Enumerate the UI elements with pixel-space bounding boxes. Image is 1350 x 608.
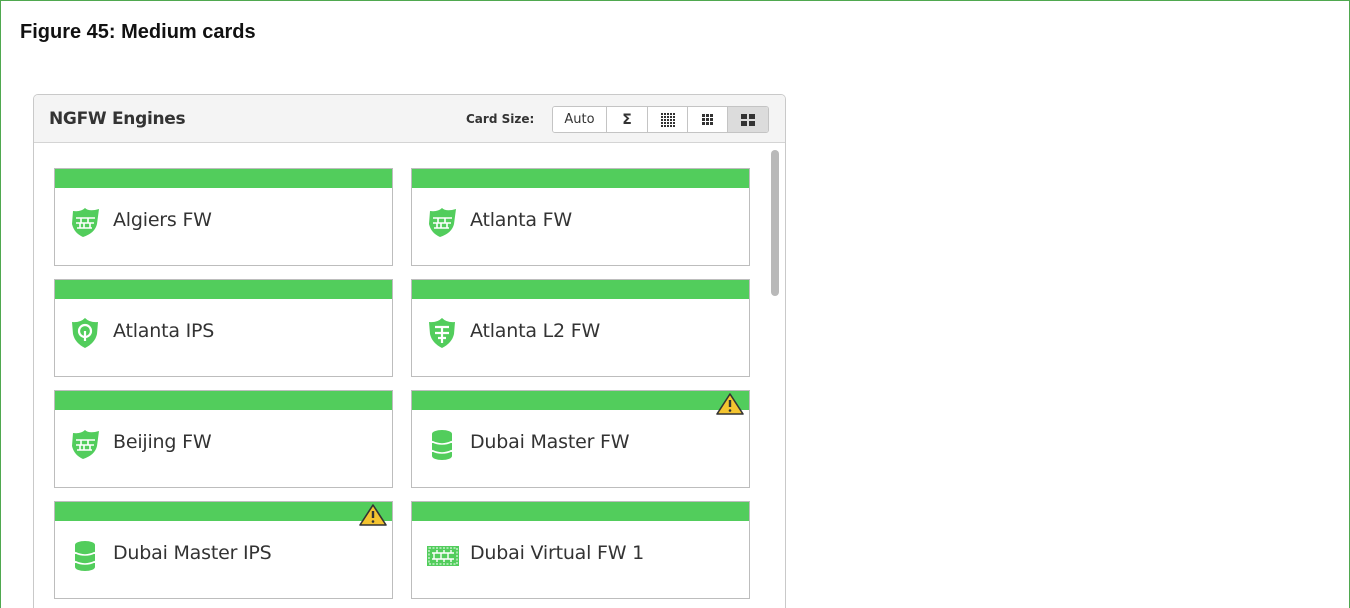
engine-card-dubai-master-fw[interactable]: Dubai Master FW [411, 390, 750, 488]
virtual-firewall-icon [427, 546, 459, 566]
card-label: Beijing FW [113, 431, 212, 453]
card-label: Dubai Virtual FW 1 [470, 542, 645, 564]
card-size-summary-button[interactable]: Σ [607, 107, 648, 132]
status-bar [412, 391, 749, 410]
grid-5x5-icon [660, 112, 675, 127]
ngfw-engines-panel: NGFW Engines Card Size: Auto Σ Algiers F… [33, 94, 786, 608]
card-size-small-button[interactable] [688, 107, 728, 132]
engine-card-atlanta-l2-fw[interactable]: Atlanta L2 FW [411, 279, 750, 377]
ips-shield-icon [72, 318, 98, 348]
firewall-shield-icon [72, 430, 99, 459]
firewall-shield-icon [72, 208, 99, 237]
card-label: Algiers FW [113, 209, 212, 231]
status-bar [412, 502, 749, 521]
card-label: Atlanta L2 FW [470, 320, 601, 342]
card-size-selector: Auto Σ [552, 106, 769, 133]
card-size-medium-button[interactable] [728, 107, 768, 132]
status-bar [55, 391, 392, 410]
grid-3x3-icon [702, 114, 713, 125]
card-size-tiny-button[interactable] [648, 107, 688, 132]
warning-icon[interactable] [715, 392, 745, 416]
database-icon [74, 541, 96, 571]
status-bar [55, 169, 392, 188]
figure-title: Figure 45: Medium cards [20, 21, 256, 43]
l2-firewall-shield-icon [429, 318, 455, 348]
card-label: Dubai Master FW [470, 431, 630, 453]
card-label: Atlanta FW [470, 209, 572, 231]
status-bar [412, 169, 749, 188]
engine-card-atlanta-fw[interactable]: Atlanta FW [411, 168, 750, 266]
panel-header: NGFW Engines Card Size: Auto Σ [34, 95, 785, 143]
panel-title: NGFW Engines [49, 109, 186, 129]
engine-card-algiers-fw[interactable]: Algiers FW [54, 168, 393, 266]
firewall-shield-icon [429, 208, 456, 237]
warning-icon[interactable] [358, 503, 388, 527]
figure-frame: Figure 45: Medium cards NGFW Engines Car… [0, 0, 1350, 608]
engine-card-dubai-virtual-fw-1[interactable]: Dubai Virtual FW 1 [411, 501, 750, 599]
vertical-scrollbar[interactable] [769, 147, 781, 608]
status-bar [55, 502, 392, 521]
engine-card-dubai-master-ips[interactable]: Dubai Master IPS [54, 501, 393, 599]
engine-card-atlanta-ips[interactable]: Atlanta IPS [54, 279, 393, 377]
scrollbar-thumb[interactable] [771, 150, 779, 296]
card-label: Dubai Master IPS [113, 542, 272, 564]
database-icon [431, 430, 453, 460]
card-label: Atlanta IPS [113, 320, 215, 342]
card-size-auto-button[interactable]: Auto [553, 107, 607, 132]
card-size-label: Card Size: [466, 112, 535, 126]
grid-2x2-icon [741, 113, 755, 126]
status-bar [55, 280, 392, 299]
engine-card-beijing-fw[interactable]: Beijing FW [54, 390, 393, 488]
status-bar [412, 280, 749, 299]
